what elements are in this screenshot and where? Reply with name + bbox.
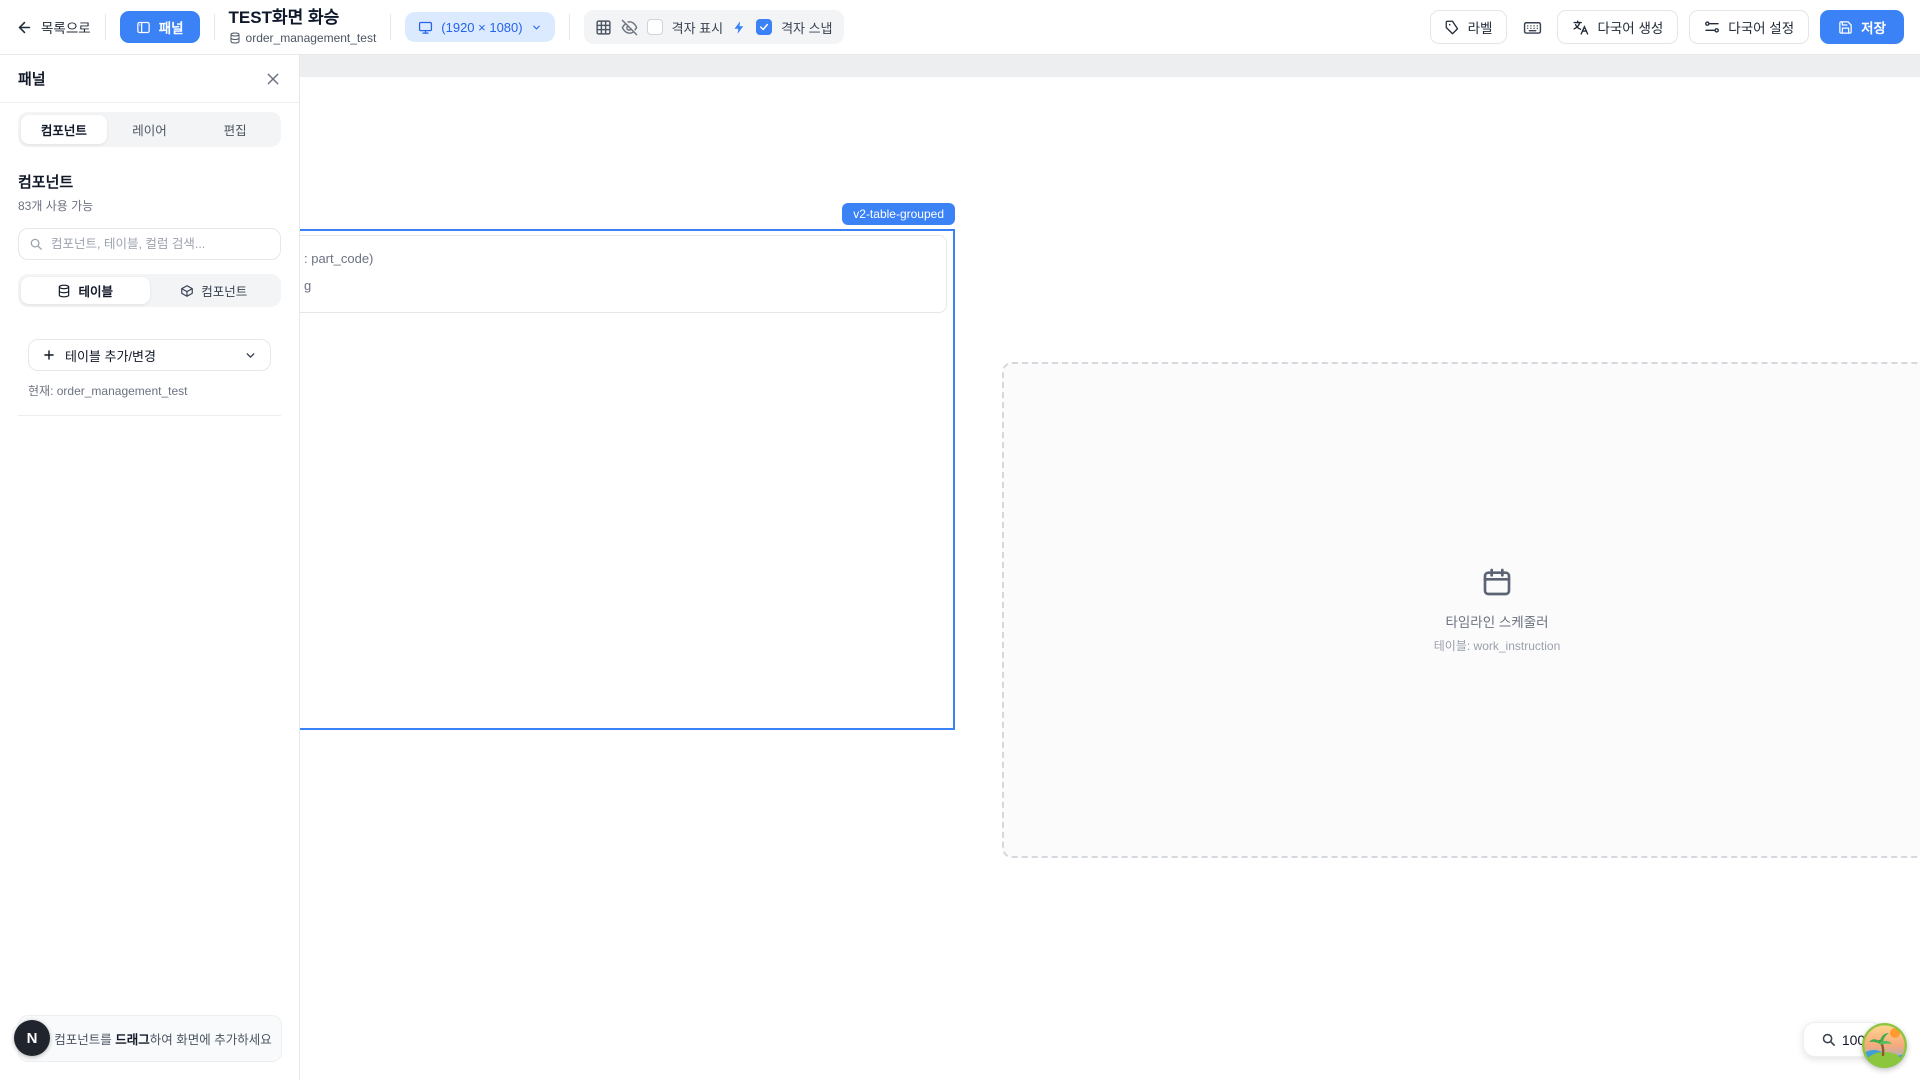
toolbar-separator [105, 14, 106, 40]
package-box-icon [180, 284, 194, 298]
drag-hint-suffix: 하여 화면에 추가하세요 [150, 1033, 272, 1047]
grid-show-label: 격자 표시 [672, 18, 723, 37]
i18n-settings-text: 다국어 설정 [1728, 17, 1794, 37]
source-toggle: 테이블 컴포넌트 [18, 274, 281, 307]
grid-show-checkbox[interactable] [647, 19, 663, 35]
collaborator-cursor-badge: N [14, 1020, 50, 1056]
chevron-down-icon [244, 349, 257, 362]
screen-title-block: TEST화면 화승 order_management_test [229, 9, 377, 45]
table-name-label: order_management_test [246, 31, 377, 45]
keyboard-shortcuts-button[interactable] [1518, 13, 1546, 41]
toolbar-separator [569, 14, 570, 40]
grid-icon [595, 19, 612, 36]
placeholder-table-label: 테이블: work_instruction [1434, 637, 1561, 654]
calendar-icon [1481, 566, 1513, 598]
save-button[interactable]: 저장 [1820, 10, 1904, 44]
translate-icon [1572, 19, 1589, 36]
source-tab-components-label: 컴포넌트 [201, 281, 247, 300]
monitor-icon [418, 20, 433, 35]
grid-snap-label: 격자 스냅 [781, 18, 832, 37]
save-button-text: 저장 [1861, 17, 1886, 37]
tab-components[interactable]: 컴포넌트 [21, 115, 107, 144]
keyboard-icon [1523, 18, 1542, 37]
label-button-text: 라벨 [1468, 17, 1493, 37]
components-section-title: 컴포넌트 [18, 171, 281, 192]
component-search[interactable] [18, 228, 281, 260]
i18n-generate-button[interactable]: 다국어 생성 [1557, 10, 1678, 44]
back-to-list-label: 목록으로 [41, 17, 91, 37]
close-icon[interactable] [265, 71, 281, 87]
source-tab-components[interactable]: 컴포넌트 [150, 277, 279, 304]
toolbar-right-group: 라벨 다국어 생성 다국어 설정 저장 [1430, 10, 1904, 44]
panel-body: 컴포넌트 레이어 편집 컴포넌트 83개 사용 가능 테이블 컴포넌트 [0, 103, 299, 416]
page-title: TEST화면 화승 [229, 9, 377, 28]
save-icon [1838, 20, 1853, 35]
placeholder-title: 타임라인 스케줄러 [1445, 611, 1548, 631]
component-type-badge: v2-table-grouped [842, 203, 955, 225]
panel-divider [18, 415, 281, 416]
sidebar-panel-icon [136, 20, 151, 35]
tag-icon [1445, 20, 1460, 35]
database-icon [57, 284, 71, 298]
arrow-left-icon [16, 19, 33, 36]
back-to-list-button[interactable]: 목록으로 [16, 17, 91, 37]
island-avatar-icon[interactable] [1862, 1023, 1907, 1068]
plus-icon [42, 348, 56, 362]
tab-layers[interactable]: 레이어 [107, 115, 193, 144]
grid-options-group: 격자 표시 격자 스냅 [584, 10, 844, 44]
grid-snap-checkbox[interactable] [756, 19, 772, 35]
i18n-settings-button[interactable]: 다국어 설정 [1689, 10, 1809, 44]
panel-header: 패널 [0, 55, 299, 103]
page-subtitle: order_management_test [229, 31, 377, 45]
panel-tab-bar: 컴포넌트 레이어 편집 [18, 112, 281, 147]
source-tab-tables[interactable]: 테이블 [21, 277, 150, 304]
collaborator-initial: N [27, 1030, 38, 1047]
panel-toggle-label: 패널 [159, 17, 184, 37]
resolution-label: (1920 × 1080) [441, 20, 522, 35]
sliders-icon [1704, 19, 1720, 35]
drag-hint: 컴포넌트를 드래그하여 화면에 추가하세요 [18, 1015, 282, 1062]
toolbar-separator [390, 14, 391, 40]
i18n-generate-text: 다국어 생성 [1597, 17, 1663, 37]
toolbar-separator [214, 14, 215, 40]
search-icon [29, 237, 43, 251]
tab-edit[interactable]: 편집 [192, 115, 278, 144]
eye-off-icon [621, 19, 638, 36]
panel-title: 패널 [18, 68, 46, 89]
add-change-table-label: 테이블 추가/변경 [65, 346, 156, 365]
panel-toggle-button[interactable]: 패널 [120, 11, 200, 43]
resolution-selector[interactable]: (1920 × 1080) [405, 12, 554, 42]
timeline-scheduler-placeholder[interactable]: 타임라인 스케줄러 테이블: work_instruction [1002, 362, 1920, 858]
drag-hint-prefix: 컴포넌트를 [54, 1033, 115, 1047]
label-button[interactable]: 라벨 [1430, 10, 1508, 44]
magnifier-icon [1821, 1032, 1836, 1047]
top-toolbar: 목록으로 패널 TEST화면 화승 order_management_test … [0, 0, 1920, 55]
clipped-text-line2: g [304, 278, 311, 293]
clipped-text-line1: : part_code) [304, 251, 373, 266]
search-input[interactable] [51, 237, 270, 251]
current-table-text: 현재: order_management_test [28, 382, 281, 399]
add-change-table-button[interactable]: 테이블 추가/변경 [28, 339, 271, 371]
chevron-down-icon [531, 22, 542, 33]
components-count: 83개 사용 가능 [18, 197, 281, 214]
source-tab-tables-label: 테이블 [78, 281, 113, 300]
lightning-icon [732, 20, 747, 35]
left-panel: 패널 컴포넌트 레이어 편집 컴포넌트 83개 사용 가능 테이블 [0, 55, 300, 1080]
drag-hint-bold: 드래그 [115, 1033, 150, 1047]
database-icon [229, 32, 241, 44]
